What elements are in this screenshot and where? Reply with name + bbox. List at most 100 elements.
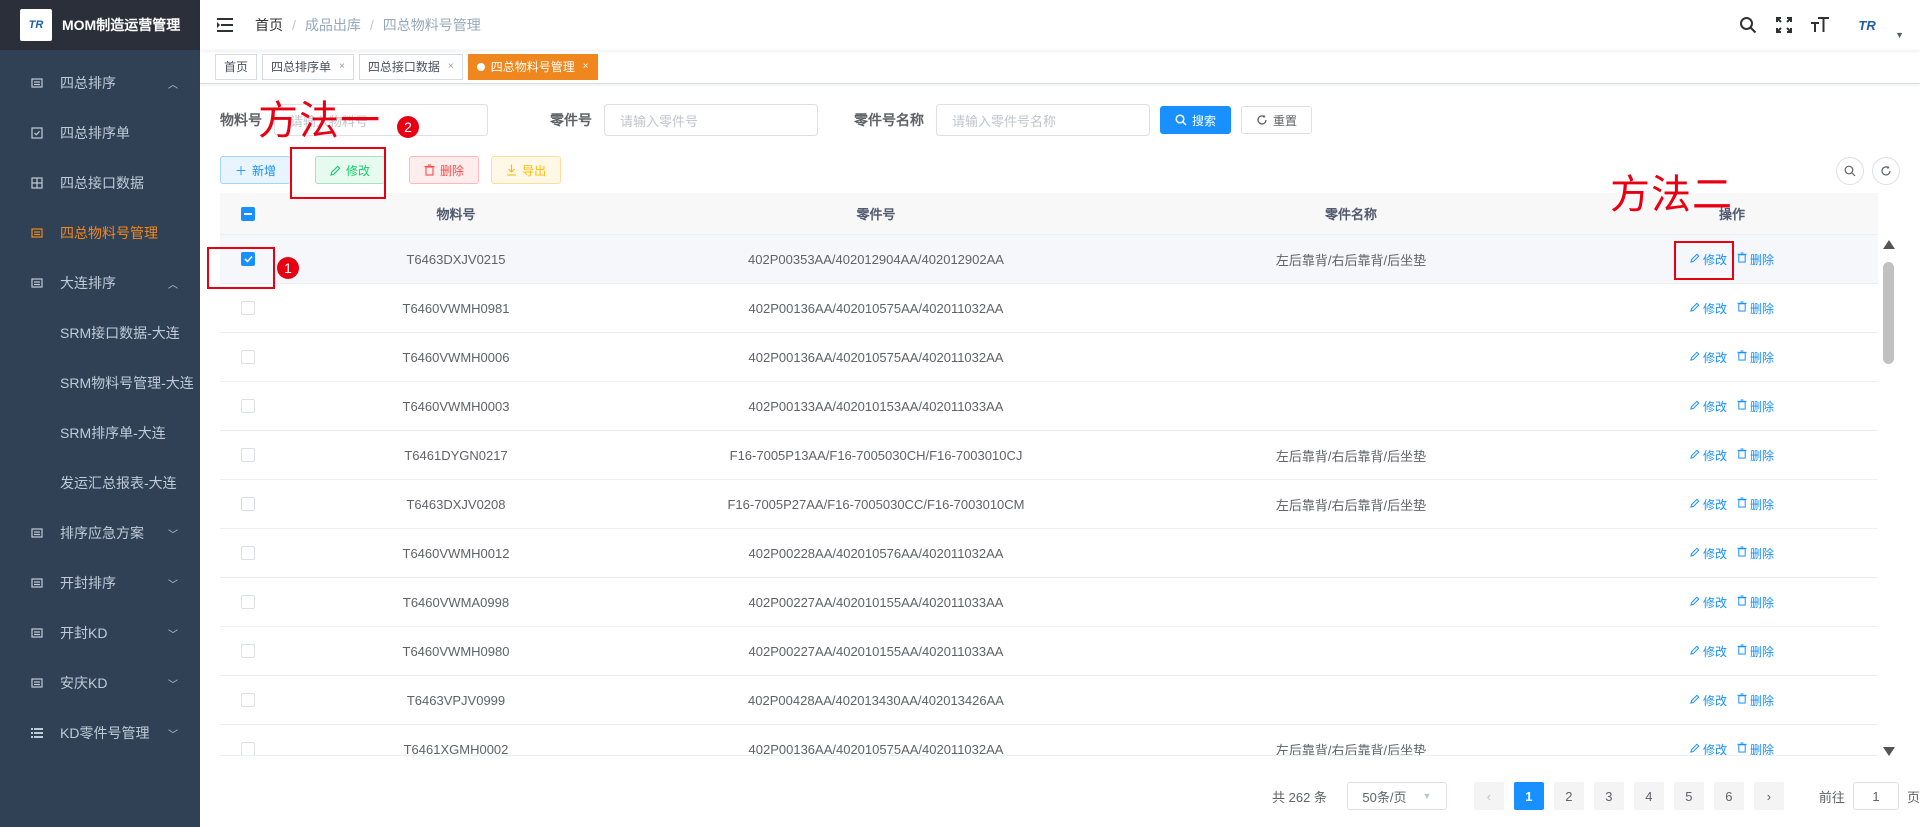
page-button-1[interactable]: 1 bbox=[1513, 782, 1544, 810]
sidebar-item-3[interactable]: 四总物料号管理 bbox=[0, 208, 200, 258]
sidebar-item-12[interactable]: 安庆KD ﹀ bbox=[0, 658, 200, 708]
row-checkbox[interactable] bbox=[241, 595, 255, 609]
row-checkbox[interactable] bbox=[241, 399, 255, 413]
scroll-thumb[interactable] bbox=[1883, 262, 1894, 364]
refresh-table-button[interactable] bbox=[1872, 157, 1900, 185]
sidebar-item-10[interactable]: 开封排序 ﹀ bbox=[0, 558, 200, 608]
scroll-up-icon[interactable] bbox=[1883, 240, 1895, 249]
sidebar-item-1[interactable]: 四总排序单 bbox=[0, 108, 200, 158]
row-delete-button[interactable]: 删除 bbox=[1737, 594, 1774, 611]
user-avatar[interactable]: TR bbox=[1847, 13, 1887, 37]
row-checkbox[interactable] bbox=[241, 497, 255, 511]
sidebar-item-13[interactable]: KD零件号管理 ﹀ bbox=[0, 708, 200, 758]
row-edit-button[interactable]: 修改 bbox=[1690, 349, 1727, 366]
reset-button[interactable]: 重置 bbox=[1241, 106, 1313, 134]
row-checkbox[interactable] bbox=[241, 448, 255, 462]
tab-3[interactable]: 四总物料号管理 × bbox=[467, 53, 598, 80]
page-button-4[interactable]: 4 bbox=[1633, 782, 1664, 810]
row-delete-button[interactable]: 删除 bbox=[1737, 545, 1774, 562]
row-edit-button[interactable]: 修改 bbox=[1690, 741, 1727, 755]
part-input[interactable]: 请输入零件号 bbox=[604, 104, 818, 136]
export-button[interactable]: 导出 bbox=[491, 156, 562, 184]
row-edit-button[interactable]: 修改 bbox=[1690, 496, 1727, 513]
row-edit-button[interactable]: 修改 bbox=[1690, 594, 1727, 611]
table-row[interactable]: T6460VWMH0003 402P00133AA/402010153AA/402… bbox=[220, 382, 1878, 431]
row-checkbox[interactable] bbox=[241, 350, 255, 364]
row-checkbox[interactable] bbox=[241, 742, 255, 755]
sidebar-item-4[interactable]: 大连排序 ︿ bbox=[0, 258, 200, 308]
breadcrumb-home[interactable]: 首页 bbox=[255, 15, 283, 35]
table-row[interactable]: T6460VWMH0981 402P00136AA/402010575AA/402… bbox=[220, 284, 1878, 333]
plus-icon: ＋ bbox=[235, 163, 248, 178]
sidebar-item-9[interactable]: 排序应急方案 ﹀ bbox=[0, 508, 200, 558]
page-button-6[interactable]: 6 bbox=[1713, 782, 1744, 810]
sidebar-item-5[interactable]: SRM接口数据-大连 bbox=[0, 308, 200, 358]
partname-input[interactable]: 请输入零件号名称 bbox=[936, 104, 1150, 136]
table-row[interactable]: T6460VWMA0998 402P00227AA/402010155AA/402… bbox=[220, 578, 1878, 627]
row-edit-button[interactable]: 修改 bbox=[1690, 398, 1727, 415]
row-delete-button[interactable]: 删除 bbox=[1737, 251, 1774, 268]
row-delete-button[interactable]: 删除 bbox=[1737, 643, 1774, 660]
row-delete-button[interactable]: 删除 bbox=[1737, 741, 1774, 755]
sidebar-item-7[interactable]: SRM排序单-大连 bbox=[0, 408, 200, 458]
header-part[interactable]: 零件号 bbox=[636, 204, 1116, 223]
tab-1[interactable]: 四总排序单 × bbox=[262, 53, 354, 80]
toggle-search-button[interactable] bbox=[1836, 157, 1864, 185]
page-button-5[interactable]: 5 bbox=[1673, 782, 1704, 810]
table-row[interactable]: T6460VWMH0006 402P00136AA/402010575AA/402… bbox=[220, 333, 1878, 382]
next-page-button[interactable]: › bbox=[1753, 782, 1784, 810]
close-icon[interactable]: × bbox=[339, 61, 345, 72]
sidebar-item-11[interactable]: 开封KD ﹀ bbox=[0, 608, 200, 658]
search-button[interactable]: 搜索 bbox=[1160, 106, 1232, 134]
row-edit-button[interactable]: 修改 bbox=[1690, 643, 1727, 660]
goto-input[interactable]: 1 bbox=[1852, 782, 1899, 810]
table-row[interactable]: T6460VWMH0980 402P00227AA/402010155AA/402… bbox=[220, 627, 1878, 676]
page-button-2[interactable]: 2 bbox=[1553, 782, 1584, 810]
breadcrumb-outbound[interactable]: 成品出库 bbox=[305, 15, 361, 35]
font-size-icon[interactable] bbox=[1811, 16, 1830, 34]
row-checkbox[interactable] bbox=[241, 546, 255, 560]
row-delete-button[interactable]: 删除 bbox=[1737, 398, 1774, 415]
page-size-select[interactable]: 50条/页 ▼ bbox=[1346, 782, 1447, 810]
tab-0[interactable]: 首页 bbox=[215, 53, 258, 80]
table-row[interactable]: T6463DXJV0208 F16-7005P27AA/F16-7005030CC… bbox=[220, 480, 1878, 529]
add-button[interactable]: ＋ 新增 bbox=[220, 156, 292, 184]
fullscreen-icon[interactable] bbox=[1775, 16, 1793, 34]
scroll-down-icon[interactable] bbox=[1883, 747, 1895, 756]
row-checkbox[interactable] bbox=[241, 301, 255, 315]
search-icon[interactable] bbox=[1739, 16, 1757, 34]
row-delete-button[interactable]: 删除 bbox=[1737, 496, 1774, 513]
row-checkbox[interactable] bbox=[241, 693, 255, 707]
select-all-checkbox[interactable] bbox=[241, 206, 255, 221]
row-checkbox[interactable] bbox=[241, 644, 255, 658]
sidebar-item-6[interactable]: SRM物料号管理-大连 bbox=[0, 358, 200, 408]
sidebar-item-2[interactable]: 四总接口数据 bbox=[0, 158, 200, 208]
close-icon[interactable]: × bbox=[583, 61, 589, 72]
sidebar-item-label: 开封KD bbox=[60, 625, 108, 641]
table-scrollbar[interactable] bbox=[1880, 240, 1896, 756]
row-delete-button[interactable]: 删除 bbox=[1737, 300, 1774, 317]
row-edit-button[interactable]: 修改 bbox=[1690, 692, 1727, 709]
table-row[interactable]: T6463DXJV0215 402P00353AA/402012904AA/402… bbox=[220, 235, 1878, 284]
tab-2[interactable]: 四总接口数据 × bbox=[358, 53, 463, 80]
row-delete-button[interactable]: 删除 bbox=[1737, 447, 1774, 464]
table-row[interactable]: T6461DYGN0217 F16-7005P13AA/F16-7005030CH… bbox=[220, 431, 1878, 480]
table-row[interactable]: T6461XGMH0002 402P00136AA/402010575AA/402… bbox=[220, 725, 1878, 755]
table-row[interactable]: T6460VWMH0012 402P00228AA/402010576AA/402… bbox=[220, 529, 1878, 578]
row-delete-button[interactable]: 删除 bbox=[1737, 349, 1774, 366]
delete-button[interactable]: 删除 bbox=[409, 156, 480, 184]
row-edit-button[interactable]: 修改 bbox=[1690, 545, 1727, 562]
table-row[interactable]: T6463VPJV0999 402P00428AA/402013430AA/402… bbox=[220, 676, 1878, 725]
close-icon[interactable]: × bbox=[448, 61, 454, 72]
row-edit-button[interactable]: 修改 bbox=[1690, 447, 1727, 464]
caret-down-icon[interactable]: ▼ bbox=[1895, 30, 1904, 40]
page-button-3[interactable]: 3 bbox=[1593, 782, 1624, 810]
sidebar-item-8[interactable]: 发运汇总报表-大连 bbox=[0, 458, 200, 508]
prev-page-button[interactable]: ‹ bbox=[1473, 782, 1504, 810]
header-material[interactable]: 物料号 bbox=[276, 204, 636, 223]
sidebar-item-0[interactable]: 四总排序 ︿ bbox=[0, 58, 200, 108]
hamburger-icon[interactable] bbox=[215, 15, 235, 35]
row-delete-button[interactable]: 删除 bbox=[1737, 692, 1774, 709]
header-name[interactable]: 零件名称 bbox=[1116, 204, 1586, 223]
row-edit-button[interactable]: 修改 bbox=[1690, 300, 1727, 317]
